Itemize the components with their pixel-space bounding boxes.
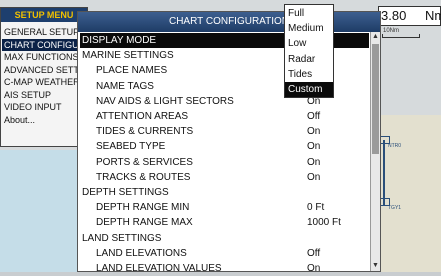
route-marker-top-label: NTR0	[388, 143, 402, 149]
settings-row[interactable]: DEPTH SETTINGS	[80, 185, 369, 200]
settings-row-label: DEPTH RANGE MAX	[96, 217, 193, 229]
settings-row-label: NAV AIDS & LIGHT SECTORS	[96, 95, 234, 107]
settings-row-label: DEPTH SETTINGS	[82, 187, 169, 198]
chart-configuration-dialog: CHART CONFIGURATION ▲ ▼ DISPLAY MODECMAR…	[77, 11, 381, 274]
display-mode-option[interactable]: Medium	[285, 21, 333, 36]
route-marker-bottom-label: TGY1	[388, 205, 402, 211]
setup-menu-item[interactable]: C-MAP WEATHER	[4, 76, 84, 88]
settings-row[interactable]: TRACKS & ROUTES On	[80, 170, 369, 185]
display-mode-option[interactable]: Radar	[285, 52, 333, 67]
range-readout: 3.80 Nm	[378, 6, 441, 26]
display-mode-dropdown: Full Medium Low Radar Tides Custom	[284, 4, 334, 98]
settings-row-label: TIDES & CURRENTS	[96, 126, 194, 138]
range-readout-unit: Nm	[425, 8, 441, 23]
settings-row-value: 0 Ft	[307, 202, 325, 214]
setup-menu-item[interactable]: AIS SETUP	[4, 89, 84, 101]
settings-row[interactable]: LAND SETTINGS	[80, 231, 369, 246]
settings-row-value: 1000 Ft	[307, 217, 341, 229]
settings-row-label: MARINE SETTINGS	[82, 50, 174, 62]
settings-row-label: NAME TAGS	[96, 80, 154, 92]
settings-row-value: On	[307, 156, 321, 168]
display-mode-option[interactable]: Low	[285, 36, 333, 51]
setup-menu: SETUP MENU GENERAL SETUPCHART CONFIGURAT…	[0, 7, 88, 147]
settings-row-label: ATTENTION AREAS	[96, 111, 189, 122]
route-line	[383, 140, 385, 206]
settings-row[interactable]: DEPTH RANGE MIN 0 Ft	[80, 200, 369, 215]
setup-menu-title: SETUP MENU	[1, 8, 87, 22]
setup-menu-item[interactable]: ADVANCED SETTINGS	[4, 64, 84, 76]
scale-bar	[382, 34, 420, 38]
settings-row[interactable]: TIDES & CURRENTS On	[80, 124, 369, 139]
settings-row-label: PORTS & SERVICES	[96, 156, 193, 168]
settings-row-value: On	[307, 263, 321, 274]
dialog-title: CHART CONFIGURATION	[78, 12, 380, 32]
range-readout-value: 3.80	[381, 8, 407, 23]
settings-row-label: LAND SETTINGS	[82, 232, 162, 244]
settings-row-value: On	[307, 141, 321, 153]
display-mode-option[interactable]: Tides	[285, 67, 333, 82]
settings-row-value: On	[307, 126, 321, 138]
settings-row-value: On	[307, 171, 321, 183]
settings-row-label: TRACKS & ROUTES	[96, 171, 191, 183]
settings-row-label: DISPLAY MODE	[82, 35, 157, 46]
settings-row-label: SEABED TYPE	[96, 141, 166, 153]
settings-row[interactable]: DEPTH RANGE MAX 1000 Ft	[80, 215, 369, 230]
display-mode-option[interactable]: Full	[285, 6, 333, 21]
settings-row[interactable]: SEABED TYPE On	[80, 139, 369, 154]
setup-menu-item[interactable]: CHART CONFIGURATION	[2, 38, 84, 51]
setup-menu-item[interactable]: VIDEO INPUT	[4, 101, 84, 113]
settings-row[interactable]: LAND ELEVATIONS Off	[80, 246, 369, 261]
arrow-down-icon[interactable]: ▼	[371, 262, 380, 270]
settings-row-label: DEPTH RANGE MIN	[96, 202, 190, 214]
settings-row[interactable]: ATTENTION AREAS Off	[80, 109, 369, 124]
dialog-scrollbar[interactable]: ▲ ▼	[370, 32, 380, 271]
scrollbar-thumb[interactable]	[372, 44, 379, 154]
setup-menu-item[interactable]: MAX FUNCTIONS	[4, 51, 84, 63]
settings-row-value: Off	[307, 247, 321, 259]
settings-row-value: Off	[307, 111, 321, 122]
setup-menu-item[interactable]: About...	[4, 114, 84, 126]
display-mode-option[interactable]: Custom	[285, 82, 333, 97]
settings-row-label: PLACE NAMES	[96, 65, 168, 77]
settings-row-label: LAND ELEVATIONS	[96, 247, 187, 259]
settings-row-label: LAND ELEVATION VALUES	[96, 263, 222, 274]
settings-row[interactable]: LAND ELEVATION VALUES On	[80, 261, 369, 276]
arrow-up-icon[interactable]: ▲	[371, 33, 380, 41]
setup-menu-item[interactable]: GENERAL SETUP	[4, 26, 84, 38]
settings-row[interactable]: PORTS & SERVICES On	[80, 155, 369, 170]
